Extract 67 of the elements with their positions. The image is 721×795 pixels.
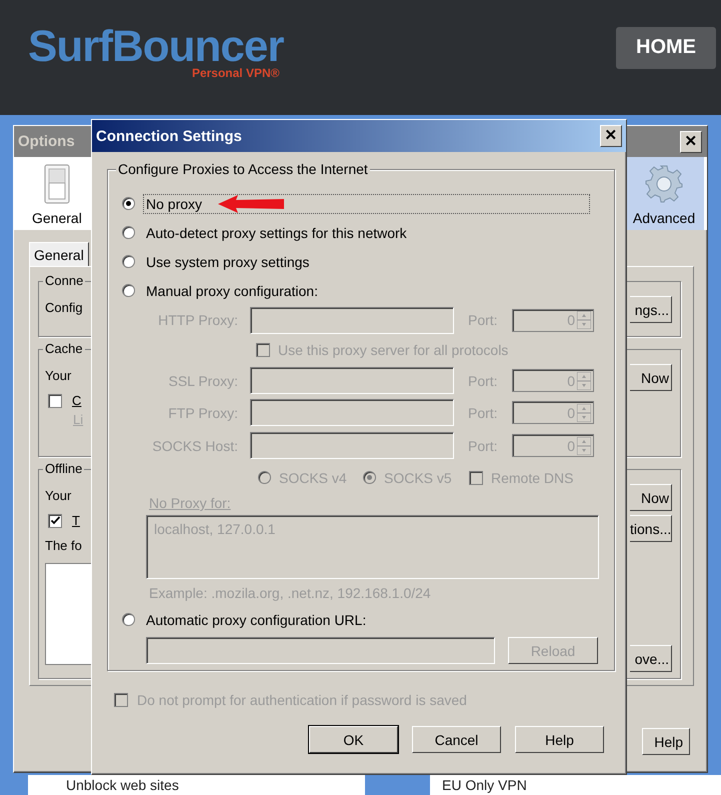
dialog-button[interactable]: tions... xyxy=(630,515,672,542)
switch-icon xyxy=(44,164,70,204)
label-text: Config xyxy=(45,300,83,315)
input-field[interactable] xyxy=(250,432,454,459)
toolbar-tab[interactable]: Advanced xyxy=(624,157,704,230)
close-button[interactable]: ✕ xyxy=(680,130,702,152)
radio-button[interactable] xyxy=(122,255,135,268)
checkbox-label: C xyxy=(72,393,82,408)
group-title: Configure Proxies to Access the Internet xyxy=(116,161,370,177)
gear-icon xyxy=(644,164,684,204)
tab[interactable]: General xyxy=(29,242,89,266)
field-label: SSL Proxy: xyxy=(167,372,238,388)
field-label: Port: xyxy=(468,312,499,328)
radio-label: Use system proxy settings xyxy=(145,252,310,272)
group-title: Offline xyxy=(43,461,84,476)
dialog-button[interactable]: Now xyxy=(630,364,672,391)
arrow-icon xyxy=(218,194,286,214)
checkbox-label: T xyxy=(72,513,80,528)
radio-button[interactable] xyxy=(122,284,135,297)
input-field[interactable] xyxy=(250,367,454,394)
field-label: HTTP Proxy: xyxy=(157,312,238,328)
group-title: Conne xyxy=(43,273,86,288)
radio-label: Manual proxy configuration: xyxy=(145,282,319,300)
dialog-button[interactable]: Cancel xyxy=(412,726,501,753)
help-button[interactable]: Help xyxy=(642,728,690,755)
spinner-arrows-icon xyxy=(577,372,591,390)
checkbox[interactable] xyxy=(48,514,62,528)
label-text: The fo xyxy=(45,538,83,553)
radio-label: SOCKS v4 xyxy=(279,470,347,486)
radio-label: SOCKS v5 xyxy=(384,470,452,486)
spinner-arrows-icon xyxy=(577,436,591,454)
dialog-button[interactable]: OK xyxy=(309,726,398,753)
input-field[interactable] xyxy=(250,399,454,426)
window-title: Connection Settings xyxy=(96,128,242,144)
label-text: Your xyxy=(45,368,72,383)
checkbox-label: Use this proxy server for all protocols xyxy=(278,342,508,358)
field-label: Port: xyxy=(468,438,499,454)
radio-button[interactable] xyxy=(122,197,135,210)
field-label: Port: xyxy=(468,404,499,420)
toolbar-tab[interactable]: General xyxy=(26,157,88,230)
field-label: Port: xyxy=(468,372,499,388)
checkbox-label: Remote DNS xyxy=(491,470,574,486)
dialog-button[interactable]: Help xyxy=(515,726,604,753)
dialog-button[interactable]: ove... xyxy=(630,645,672,672)
close-button[interactable]: ✕ xyxy=(600,125,622,147)
dialog-button[interactable]: ngs... xyxy=(630,296,672,323)
hint-text: Example: .mozila.org, .net.nz, 192.168.1.0/24 xyxy=(148,584,432,603)
toolbar-label: General xyxy=(32,210,82,226)
field-label: No Proxy for: xyxy=(148,494,232,513)
home-button[interactable]: HOME xyxy=(616,26,716,68)
radio-label: Automatic proxy configuration URL: xyxy=(145,610,368,630)
checkbox-label: Do not prompt for authentication if password is saved xyxy=(137,692,467,708)
radio-label: Auto-detect proxy settings for this network xyxy=(145,224,408,242)
group-title: Cache xyxy=(43,341,85,356)
footer-link[interactable]: EU Only VPN xyxy=(430,775,721,795)
text-area-value: localhost, 127.0.0.1 xyxy=(154,521,276,537)
field-label: SOCKS Host: xyxy=(151,438,238,454)
spinner-arrows-icon xyxy=(577,311,591,329)
checkbox[interactable] xyxy=(48,394,62,408)
window-title: Options xyxy=(18,133,75,150)
radio-button[interactable] xyxy=(122,226,135,239)
label-text: Your xyxy=(45,488,72,503)
footer-link[interactable]: Unblock web sites xyxy=(28,775,365,795)
dialog-button[interactable]: Now xyxy=(630,484,672,511)
spinner-arrows-icon xyxy=(577,404,591,422)
field-label: FTP Proxy: xyxy=(167,404,238,420)
toolbar-label: Advanced xyxy=(632,210,696,226)
